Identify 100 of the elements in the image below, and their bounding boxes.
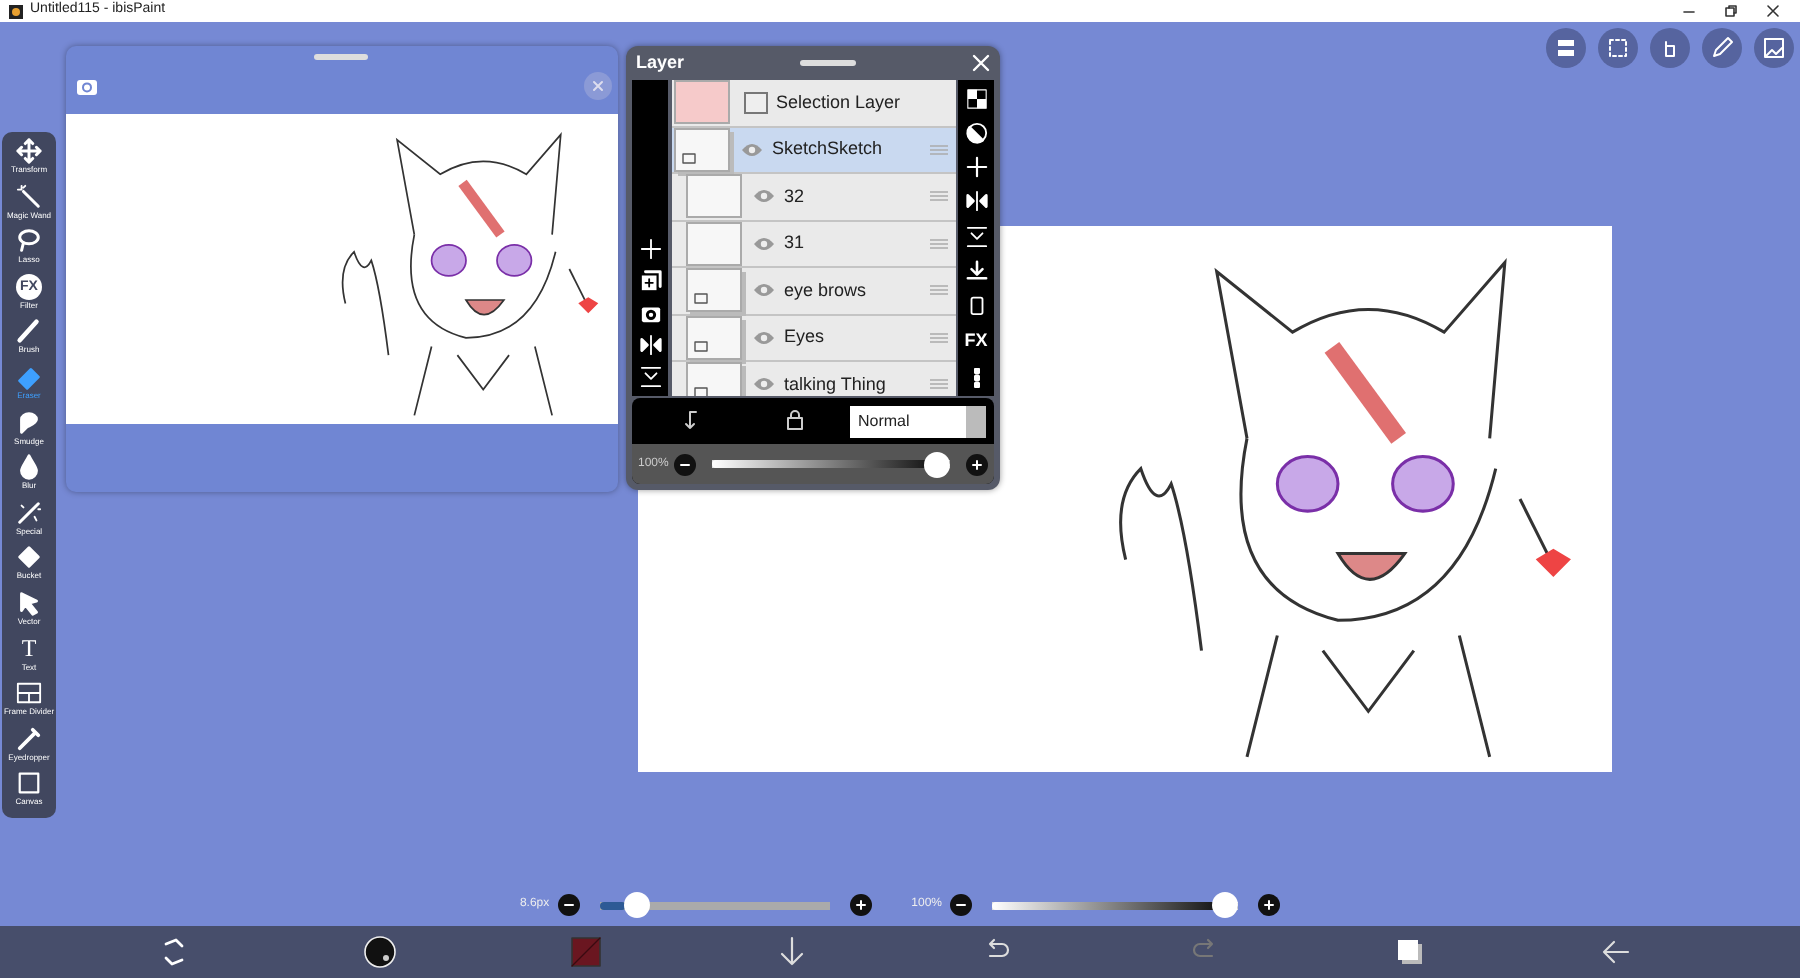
minus-icon	[561, 898, 576, 912]
add-layer-button[interactable]	[639, 238, 661, 260]
back-arrow-icon	[1599, 936, 1631, 968]
layer-row[interactable]: SketchSketch	[672, 127, 956, 174]
checker-icon	[965, 87, 987, 110]
drag-handle-icon	[930, 284, 948, 297]
more-button[interactable]	[973, 368, 979, 389]
eye-icon	[752, 282, 776, 299]
half-circle-icon	[965, 121, 987, 144]
layer-name: eye brows	[782, 277, 869, 304]
bucket-icon	[16, 544, 42, 571]
panel-title: Layer	[636, 49, 685, 76]
image-icon	[1758, 32, 1790, 64]
x-icon	[972, 54, 990, 72]
drag-handle[interactable]	[800, 60, 857, 66]
clip-arrow-icon	[682, 410, 700, 432]
half-circle-button[interactable]	[965, 121, 987, 144]
duplicate-button[interactable]	[639, 270, 661, 292]
close-icon	[1766, 4, 1780, 18]
plus-button[interactable]	[849, 894, 872, 916]
layer-row[interactable]: 32	[672, 174, 956, 221]
camera-icon	[76, 76, 98, 96]
slider-thumb[interactable]	[623, 892, 650, 918]
slider-thumb[interactable]	[1212, 892, 1239, 918]
eye-icon	[752, 376, 776, 393]
lasso-icon	[16, 228, 42, 255]
merge-button[interactable]	[639, 366, 661, 388]
layers-button[interactable]	[1393, 936, 1425, 968]
layer-thumbnail	[686, 221, 742, 266]
layer-name: Eyes	[782, 324, 827, 350]
minus-button[interactable]	[674, 453, 697, 475]
trash-button[interactable]	[965, 294, 987, 317]
layer-row[interactable]: eye brows	[672, 268, 956, 315]
drag-handle-icon	[930, 331, 948, 344]
brush-preview-button[interactable]	[363, 936, 395, 968]
plus-icon	[970, 457, 984, 471]
folder-icon	[694, 386, 708, 396]
drag-handle-icon	[930, 378, 948, 391]
down-arrow-icon	[775, 936, 807, 968]
transform-icon	[16, 138, 42, 164]
move-icon	[965, 156, 987, 179]
wand-icon	[16, 183, 42, 210]
eye-icon	[752, 329, 776, 346]
compress-button[interactable]	[965, 225, 987, 248]
layer-name: 32	[782, 183, 807, 209]
drag-handle-icon	[930, 237, 948, 250]
merge-icon	[639, 366, 661, 388]
pencil-button[interactable]	[1702, 28, 1742, 68]
lock-button[interactable]	[786, 410, 804, 430]
vector-icon	[16, 589, 42, 616]
smudge-icon	[16, 409, 42, 436]
minus-button[interactable]	[557, 894, 580, 916]
lock-icon	[786, 410, 804, 430]
filter-button[interactable]: FX	[964, 328, 988, 356]
eye-icon	[752, 235, 776, 252]
down-arrow-button[interactable]	[775, 936, 807, 968]
drag-handle-icon	[930, 190, 948, 203]
minus-button[interactable]	[950, 894, 973, 916]
merge-down-button[interactable]	[965, 259, 987, 282]
drag-handle-icon	[930, 143, 948, 156]
eye-icon	[740, 141, 764, 158]
plus-icon	[1262, 898, 1277, 912]
layer-thumbnail	[686, 174, 742, 219]
flip-button[interactable]	[965, 190, 987, 213]
layer-row[interactable]: Eyes	[672, 315, 956, 362]
clipping-button[interactable]	[682, 410, 700, 432]
layer-row[interactable]: Selection Layer	[672, 80, 956, 127]
checker-button[interactable]	[965, 87, 987, 110]
close-button[interactable]	[972, 54, 990, 72]
plus-button[interactable]	[966, 453, 988, 475]
drag-handle[interactable]	[314, 54, 368, 60]
back-arrow-button[interactable]	[1599, 936, 1631, 968]
merge-down-icon	[965, 259, 987, 282]
layer-name: SketchSketch	[770, 136, 885, 162]
camera-button[interactable]	[639, 302, 661, 324]
folder-icon	[682, 151, 696, 164]
checkbox[interactable]	[744, 91, 768, 114]
selection-button[interactable]	[1598, 28, 1638, 68]
flip-button[interactable]	[639, 334, 661, 356]
plus-button[interactable]	[1258, 894, 1281, 916]
blend-mode-dropdown[interactable]: Normal	[850, 406, 986, 438]
flip-icon	[639, 334, 661, 356]
restore-icon	[1724, 4, 1738, 18]
layer-row[interactable]: 31	[672, 221, 956, 268]
blur-icon	[16, 454, 42, 481]
layer-name: talking Thing	[782, 371, 888, 396]
move-button[interactable]	[965, 156, 987, 179]
layer-settings-button[interactable]	[1546, 28, 1586, 68]
compress-icon	[965, 225, 987, 248]
slider-thumb[interactable]	[924, 451, 950, 477]
layer-row[interactable]: talking Thing	[672, 362, 956, 396]
eyedropper-icon	[16, 725, 42, 752]
image-button[interactable]	[1754, 28, 1794, 68]
trash-icon	[965, 294, 987, 317]
layers-icon	[1393, 936, 1425, 968]
layer-thumbnail	[674, 80, 730, 125]
brush-icon	[16, 318, 42, 345]
flip-icon	[965, 190, 987, 213]
add-layer-icon	[639, 238, 661, 260]
layer-name: Selection Layer	[774, 89, 903, 116]
